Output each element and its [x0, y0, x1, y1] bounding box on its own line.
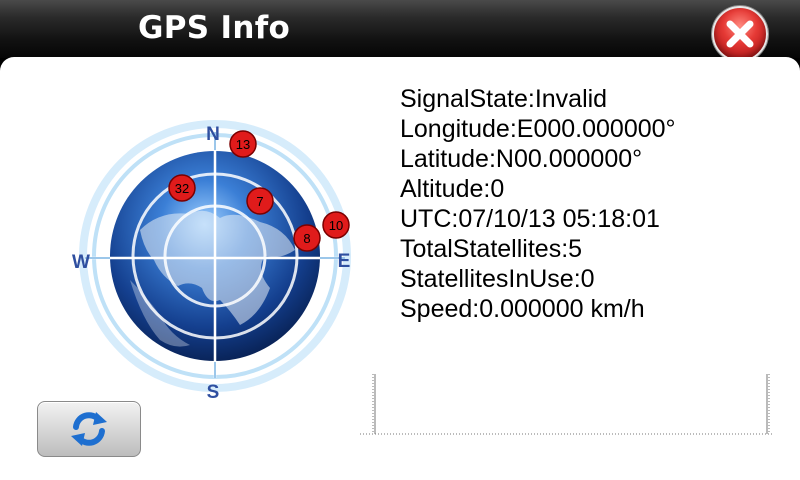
speed: Speed:0.000000 km/h — [400, 295, 645, 323]
window-title: GPS Info — [138, 10, 291, 46]
satellite-10: 10 — [322, 211, 350, 239]
satellite-label: 13 — [236, 137, 250, 152]
satellite-label: 32 — [175, 181, 189, 196]
compass-east-label: E — [338, 251, 351, 272]
latitude: Latitude:N00.000000° — [400, 145, 643, 173]
compass-south-label: S — [207, 382, 220, 400]
refresh-button[interactable] — [37, 401, 141, 457]
close-button[interactable] — [712, 6, 768, 62]
satellite-label: 7 — [256, 194, 263, 209]
satellite-label: 10 — [329, 218, 343, 233]
compass-north-label: N — [206, 124, 220, 145]
signal-state: SignalState:Invalid — [400, 85, 608, 113]
longitude: Longitude:E000.000000° — [400, 115, 676, 143]
gps-info-screen: GPS Info N S W E 13 32 7 10 8 SignalStat… — [0, 0, 800, 480]
signal-strength-graph — [360, 374, 772, 435]
total-satellites: TotalStatellites:5 — [400, 235, 583, 263]
satellite-32: 32 — [168, 174, 196, 202]
satellites-in-use: StatellitesInUse:0 — [400, 265, 595, 293]
title-bar: GPS Info — [0, 0, 800, 62]
compass-west-label: W — [72, 252, 90, 273]
gps-info-list: SignalState:Invalid Longitude:E000.00000… — [400, 84, 790, 324]
satellite-8: 8 — [293, 224, 321, 252]
satellite-label: 8 — [303, 231, 310, 246]
satellite-13: 13 — [229, 130, 257, 158]
satellite-radar: N S W E 13 32 7 10 8 — [72, 120, 351, 400]
close-icon — [726, 20, 754, 48]
refresh-icon — [71, 412, 107, 446]
satellite-7: 7 — [246, 187, 274, 215]
altitude: Altitude:0 — [400, 175, 505, 203]
utc-time: UTC:07/10/13 05:18:01 — [400, 205, 660, 233]
